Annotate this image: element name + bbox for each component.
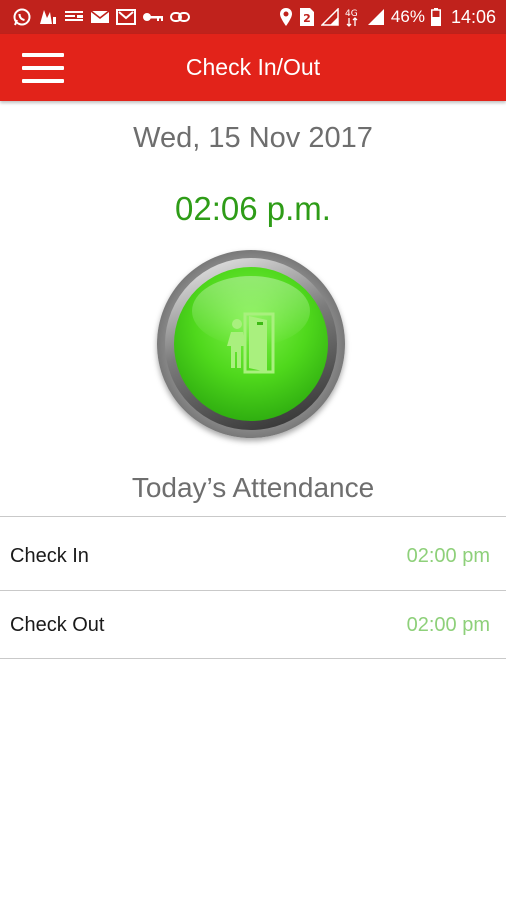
attendance-row-check-out: Check Out 02:00 pm xyxy=(0,591,506,659)
divider xyxy=(0,658,506,659)
check-in-out-button[interactable] xyxy=(157,250,345,438)
app-bar: Check In/Out xyxy=(0,34,506,101)
battery-icon xyxy=(430,7,441,27)
attendance-row-check-in: Check In 02:00 pm xyxy=(0,522,506,590)
whatsapp-icon xyxy=(12,7,32,27)
system-icons: 2 4G 46% 14:06 xyxy=(279,7,496,28)
gmail-icon xyxy=(116,7,136,27)
status-clock: 14:06 xyxy=(450,6,496,27)
news-icon xyxy=(64,7,84,27)
hamburger-menu-icon[interactable] xyxy=(22,53,64,83)
check-out-label: Check Out xyxy=(10,613,105,636)
app-notification-icon xyxy=(38,7,58,27)
check-out-time: 02:00 pm xyxy=(406,613,490,636)
link-icon xyxy=(170,7,190,27)
signal-strength-icon xyxy=(367,7,385,27)
page-title: Check In/Out xyxy=(185,54,321,80)
network-label: 4G xyxy=(345,9,358,19)
attendance-title: Today’s Attendance xyxy=(131,472,375,503)
current-date: Wed, 15 Nov 2017 xyxy=(133,122,373,154)
key-icon xyxy=(142,7,164,27)
4g-icon: 4G xyxy=(345,7,361,27)
check-in-label: Check In xyxy=(10,544,89,567)
location-icon xyxy=(279,7,293,27)
current-time: 02:06 p.m. xyxy=(175,190,331,227)
signal-icon xyxy=(320,7,339,27)
battery-percentage: 46% xyxy=(390,7,425,26)
door-exit-icon xyxy=(227,312,275,374)
status-bar: 2 4G 46% 14:06 xyxy=(0,0,506,34)
sim-2-icon: 2 xyxy=(299,7,315,27)
check-in-time: 02:00 pm xyxy=(406,544,490,567)
divider xyxy=(0,516,506,517)
notification-icons xyxy=(12,7,190,27)
mail-icon xyxy=(90,7,110,27)
sim-label: 2 xyxy=(303,12,311,25)
